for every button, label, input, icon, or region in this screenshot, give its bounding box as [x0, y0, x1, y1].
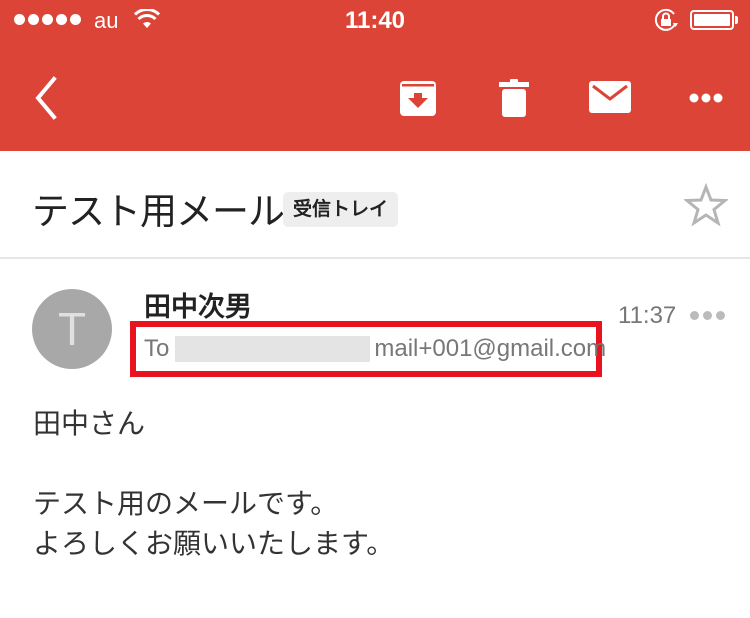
star-button[interactable]	[682, 182, 730, 227]
more-dot	[716, 310, 725, 320]
message-body: 田中さん テスト用のメールです。 よろしくお願いいたします。	[33, 404, 394, 564]
rotation-lock-icon	[654, 8, 680, 36]
app-toolbar	[0, 40, 750, 151]
more-horizontal-icon	[689, 93, 723, 103]
delete-button[interactable]	[484, 70, 544, 126]
status-time: 11:40	[344, 7, 406, 34]
recipient-details[interactable]: To mail+001@gmail.com	[144, 335, 606, 363]
back-button[interactable]	[20, 68, 70, 128]
archive-button[interactable]	[388, 70, 448, 126]
recipient-address: mail+001@gmail.com	[374, 335, 607, 362]
battery-tip	[735, 16, 738, 24]
status-bar: au 11:40	[0, 0, 750, 40]
sender-name: 田中次男	[144, 292, 252, 323]
more-dot	[703, 310, 712, 320]
received-time: 11:37	[618, 302, 677, 329]
inbox-label-chip[interactable]: 受信トレイ	[283, 192, 399, 227]
message-more-button[interactable]	[690, 305, 726, 325]
email-subject: テスト用メール	[32, 190, 285, 233]
recipient-highlight-box: To mail+001@gmail.com	[130, 321, 606, 377]
archive-icon	[400, 81, 436, 116]
body-greeting: 田中さん	[33, 407, 146, 440]
star-outline-icon	[682, 182, 730, 227]
mark-unread-button[interactable]	[578, 70, 642, 126]
redacted-address	[175, 336, 371, 362]
sender-avatar: T	[32, 289, 112, 369]
more-dot	[690, 310, 699, 320]
body-line-1: テスト用のメールです。	[33, 487, 339, 520]
recipient-prefix: To	[144, 335, 170, 362]
mail-icon	[589, 81, 631, 113]
subject-row: テスト用メール 受信トレイ	[0, 151, 750, 259]
trash-icon	[499, 79, 529, 117]
chevron-left-icon	[35, 76, 57, 120]
more-options-button[interactable]	[676, 70, 736, 126]
body-line-2: よろしくお願いいたします。	[33, 527, 395, 560]
battery-icon	[690, 10, 734, 30]
message-header: T 田中次男 To mail+001@gmail.com 11:37	[0, 259, 750, 389]
